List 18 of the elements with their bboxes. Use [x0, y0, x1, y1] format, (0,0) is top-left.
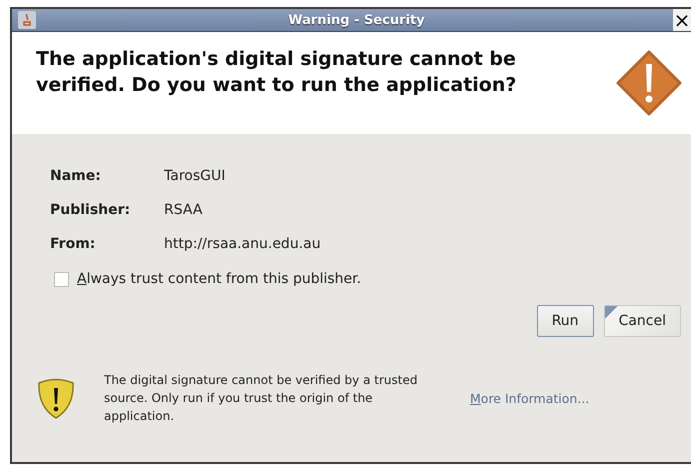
field-value: http://rsaa.anu.edu.au [164, 236, 322, 253]
window-title: Warning - Security [287, 12, 426, 28]
trust-checkbox[interactable] [54, 272, 69, 286]
warning-icon [616, 50, 682, 116]
warning-message: The application's digital signature cannot be verified. Do you want to run the application? [36, 47, 518, 98]
more-information-link[interactable]: More Information... [470, 390, 590, 406]
field-label: From: [50, 236, 96, 253]
field-value: TarosGUI [164, 168, 226, 185]
footer-message: The digital signature cannot be verified by a trusted source. Only run if you trust the origin of the application. [104, 372, 418, 425]
dialog-button[interactable]: Run [536, 305, 594, 337]
field-label: Name: [50, 168, 102, 185]
field-value: RSAA [164, 202, 204, 219]
checkbox-label[interactable]: Always trust content from this publisher. [77, 271, 362, 287]
field-label: Publisher: [50, 202, 132, 219]
app-icon [18, 11, 36, 29]
dialog-button[interactable]: Cancel [604, 305, 681, 337]
close-button[interactable]: × [673, 9, 691, 31]
shield-warning-icon [36, 377, 76, 419]
